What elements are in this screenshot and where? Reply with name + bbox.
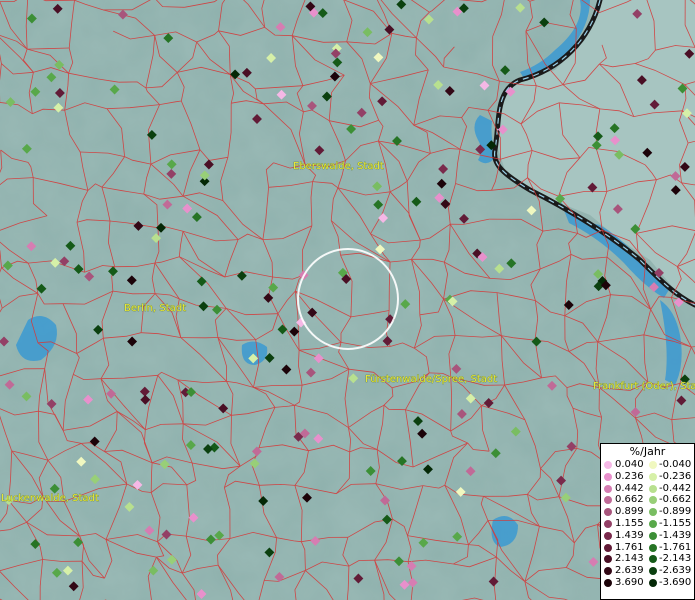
city-label-luckenwalde[interactable]: Luckenwalde, Stadt: [1, 493, 99, 505]
legend-value: -0.040: [659, 459, 692, 470]
legend-value: -0.236: [659, 470, 692, 482]
map-legend: %/Jahr 0.040 -0.040 0.236 -0.236 0.442 -0.442…: [600, 443, 695, 600]
legend-row: 0.040 -0.040: [601, 459, 694, 471]
legend-swatch-icon: [649, 461, 657, 469]
legend-swatch-icon: [604, 543, 612, 552]
legend-swatch-icon: [649, 496, 657, 505]
legend-swatch-icon: [604, 472, 612, 481]
legend-value: -0.442: [659, 482, 692, 494]
city-label-eberswalde[interactable]: Eberswalde, Stadt: [293, 161, 384, 173]
legend-swatch-icon: [649, 567, 657, 576]
legend-swatch-icon: [604, 461, 612, 469]
legend-swatch-icon: [649, 472, 657, 481]
legend-swatch-icon: [649, 543, 657, 552]
legend-row: 2.639 -2.639: [601, 565, 694, 577]
legend-value: -0.662: [659, 494, 692, 506]
city-label-berlin[interactable]: Berlin, Stadt: [124, 303, 187, 315]
legend-value: 1.155: [615, 517, 644, 529]
legend-swatch-icon: [604, 508, 612, 517]
legend-rows: 0.040 -0.040 0.236 -0.236 0.442 -0.442 0.662 -0…: [601, 459, 694, 589]
legend-value: -0.899: [659, 506, 692, 518]
legend-row: 1.155 -1.155: [601, 518, 694, 530]
legend-swatch-icon: [649, 555, 657, 564]
legend-swatch-icon: [649, 484, 657, 493]
legend-value: -2.639: [659, 565, 692, 577]
legend-title: %/Jahr: [629, 445, 666, 458]
legend-row: 0.442 -0.442: [601, 483, 694, 495]
legend-swatch-icon: [649, 519, 657, 528]
legend-row: 0.236 -0.236: [601, 471, 694, 483]
legend-value: 3.690: [615, 576, 644, 588]
legend-value: 0.236: [615, 470, 644, 482]
legend-value: 0.899: [615, 506, 644, 518]
legend-value: -1.155: [659, 517, 692, 529]
legend-value: -1.439: [659, 529, 692, 541]
legend-value: -2.143: [659, 553, 692, 565]
legend-swatch-icon: [649, 578, 657, 587]
legend-value: 0.040: [615, 459, 644, 470]
legend-value: 2.143: [615, 553, 644, 565]
legend-value: 0.442: [615, 482, 644, 494]
legend-row: 3.690 -3.690: [601, 577, 694, 589]
legend-swatch-icon: [649, 508, 657, 517]
legend-swatch-icon: [604, 567, 612, 576]
map-view[interactable]: Eberswalde, Stadt Berlin, Stadt Fürstenw…: [0, 0, 695, 600]
city-label-frankfurt-oder[interactable]: Frankfurt (Oder), Stadt: [593, 381, 695, 393]
legend-row: 0.899 -0.899: [601, 506, 694, 518]
legend-value: 1.439: [615, 529, 644, 541]
legend-value: -3.690: [659, 576, 692, 588]
legend-swatch-icon: [604, 484, 612, 493]
legend-swatch-icon: [604, 555, 612, 564]
legend-swatch-icon: [604, 519, 612, 528]
legend-value: -1.761: [659, 541, 692, 553]
legend-row: 1.439 -1.439: [601, 530, 694, 542]
legend-row: 1.761 -1.761: [601, 542, 694, 554]
legend-row: 0.662 -0.662: [601, 494, 694, 506]
legend-swatch-icon: [604, 531, 612, 540]
legend-swatch-icon: [649, 531, 657, 540]
legend-value: 2.639: [615, 565, 644, 577]
legend-row: 2.143 -2.143: [601, 553, 694, 565]
legend-swatch-icon: [604, 496, 612, 505]
legend-value: 0.662: [615, 494, 644, 506]
legend-swatch-icon: [604, 578, 612, 587]
city-label-fuerstenwalde[interactable]: Fürstenwalde/Spree, Stadt: [365, 374, 498, 386]
legend-value: 1.761: [615, 541, 644, 553]
